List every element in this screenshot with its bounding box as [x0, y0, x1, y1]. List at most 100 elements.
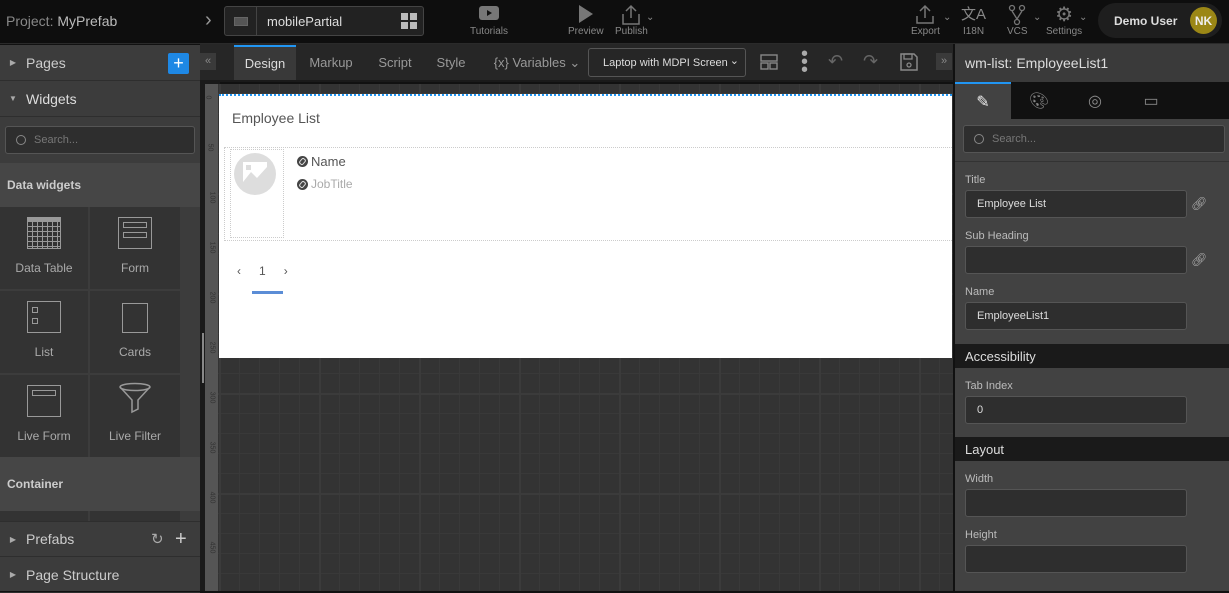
tab-events[interactable]: ◎: [1067, 82, 1123, 119]
add-page-button[interactable]: +: [168, 53, 189, 74]
page-structure-accordion[interactable]: ▶ Page Structure: [0, 557, 200, 593]
widget-live-form[interactable]: Live Form: [0, 375, 88, 457]
search-icon: [16, 135, 26, 145]
pencil-icon: ✎: [976, 93, 990, 111]
chevron-down-icon[interactable]: ⌄: [943, 12, 951, 23]
upload-icon: [619, 4, 643, 26]
project-name[interactable]: MyPrefab: [57, 13, 117, 29]
partial-icon: [225, 7, 257, 35]
collapse-right-icon[interactable]: »: [936, 53, 952, 70]
title-field: Title Employee List 🔗︎: [955, 162, 1229, 218]
caret-right-icon: ▶: [9, 58, 17, 67]
layout-section[interactable]: Layout: [955, 437, 1229, 461]
export-button[interactable]: Export: [911, 4, 940, 37]
chevron-down-icon[interactable]: ⌄: [1033, 12, 1041, 23]
export-icon: [913, 4, 937, 26]
properties-tabs: ✎ 🎨︎ ◎ ▭: [955, 82, 1229, 119]
widget-list[interactable]: List: [0, 291, 88, 373]
title-input[interactable]: Employee List: [965, 190, 1187, 218]
tab-design[interactable]: Design: [234, 45, 296, 80]
active-page-indicator: [252, 291, 283, 294]
accessibility-section[interactable]: Accessibility: [955, 344, 1229, 368]
pages-accordion[interactable]: ▶ Pages +: [0, 45, 200, 81]
tabindex-field: Tab Index 0: [955, 368, 1229, 424]
item-name: Name: [297, 154, 346, 169]
settings-button[interactable]: ⚙ Settings: [1046, 4, 1082, 37]
vertical-ruler: 0 50 100 150 200 250 300 350 400 450: [205, 84, 218, 591]
branch-icon: [1007, 4, 1027, 26]
variables-menu[interactable]: {x} Variables ⌄: [492, 45, 582, 80]
undo-icon[interactable]: ↶: [828, 51, 843, 72]
widgets-accordion[interactable]: ▼ Widgets: [0, 81, 200, 117]
list-title: Employee List: [232, 110, 320, 126]
bind-link-icon[interactable]: 🔗︎: [1191, 196, 1208, 212]
page-number[interactable]: 1: [259, 264, 266, 278]
subheading-input[interactable]: [965, 246, 1187, 274]
subheading-field: Sub Heading 🔗︎: [955, 218, 1229, 274]
left-panel: ▶ Pages + ▼ Widgets Search... Data widge…: [0, 45, 200, 591]
publish-button[interactable]: Publish: [615, 4, 648, 37]
tab-styles[interactable]: 🎨︎: [1011, 82, 1067, 119]
page-selector[interactable]: mobilePartial: [224, 6, 424, 36]
tab-markup[interactable]: Markup: [300, 45, 362, 80]
save-icon[interactable]: [899, 52, 919, 77]
next-page-icon[interactable]: ›: [284, 264, 288, 278]
prefabs-accordion[interactable]: ▶ Prefabs ↻ +: [0, 521, 200, 557]
user-menu[interactable]: Demo User NK: [1098, 3, 1222, 38]
page-name: mobilePartial: [267, 13, 343, 29]
name-field: Name EmployeeList1: [955, 274, 1229, 330]
cursor-click-icon: ◎: [1088, 92, 1102, 110]
device-select[interactable]: Laptop with MDPI Screen ⌄: [588, 48, 746, 77]
tab-script[interactable]: Script: [368, 45, 422, 80]
name-input[interactable]: EmployeeList1: [965, 302, 1187, 330]
editor-toolbar: « Design Markup Script Style {x} Variabl…: [200, 44, 953, 82]
widget-cards[interactable]: Cards: [90, 291, 180, 373]
scrollbar[interactable]: [202, 333, 204, 383]
list-item[interactable]: Name JobTitle: [224, 147, 954, 241]
vcs-button[interactable]: VCS: [1007, 4, 1028, 37]
width-field: Width: [955, 461, 1229, 517]
live-form-icon: [27, 385, 61, 417]
tabindex-input[interactable]: 0: [965, 396, 1187, 424]
height-field: Height: [955, 517, 1229, 573]
bind-link-icon[interactable]: 🔗︎: [1191, 252, 1208, 268]
widget-search-input[interactable]: Search...: [5, 126, 195, 154]
height-input[interactable]: [965, 545, 1187, 573]
filter-icon: [118, 382, 152, 417]
tab-devices[interactable]: ▭: [1123, 82, 1179, 119]
more-options-icon[interactable]: • • •: [801, 44, 808, 80]
caret-right-icon: ▶: [9, 570, 17, 579]
widget-live-filter[interactable]: Live Filter: [90, 375, 180, 457]
add-prefab-button[interactable]: +: [175, 528, 187, 551]
refresh-icon[interactable]: ↻: [151, 530, 164, 548]
caret-right-icon: ▶: [9, 534, 17, 544]
chevron-down-icon: ⌄: [729, 55, 739, 67]
play-icon: [577, 4, 595, 26]
widget-form[interactable]: Form: [90, 207, 180, 289]
avatar: NK: [1190, 7, 1217, 34]
list-widget[interactable]: Employee List Name JobTitle ‹ 1 ›: [219, 94, 954, 358]
grid-icon[interactable]: [401, 13, 417, 29]
width-input[interactable]: [965, 489, 1187, 517]
properties-header: wm-list: EmployeeList1: [955, 44, 1229, 82]
collapse-left-icon[interactable]: «: [200, 53, 216, 70]
data-widgets-heading: Data widgets: [0, 163, 200, 207]
preview-button[interactable]: Preview: [568, 4, 604, 37]
top-bar: Project: MyPrefab › mobilePartial Tutori…: [0, 0, 1229, 44]
widget-data-table[interactable]: Data Table: [0, 207, 88, 289]
tutorials-button[interactable]: Tutorials: [470, 4, 508, 37]
search-icon: [974, 134, 984, 144]
tab-properties[interactable]: ✎: [955, 82, 1011, 119]
image-placeholder-icon: [234, 153, 276, 195]
form-icon: [118, 217, 152, 249]
redo-icon[interactable]: ↷: [863, 51, 878, 72]
property-search-input[interactable]: Search...: [963, 125, 1225, 153]
link-icon: [297, 178, 308, 190]
chevron-down-icon[interactable]: ⌄: [646, 12, 654, 23]
layout-icon[interactable]: [760, 54, 778, 75]
i18n-button[interactable]: 文A I18N: [961, 4, 986, 37]
chevron-down-icon[interactable]: ⌄: [1079, 12, 1087, 23]
prev-page-icon[interactable]: ‹: [237, 264, 241, 278]
tab-style[interactable]: Style: [428, 45, 474, 80]
image-container: [230, 149, 284, 238]
